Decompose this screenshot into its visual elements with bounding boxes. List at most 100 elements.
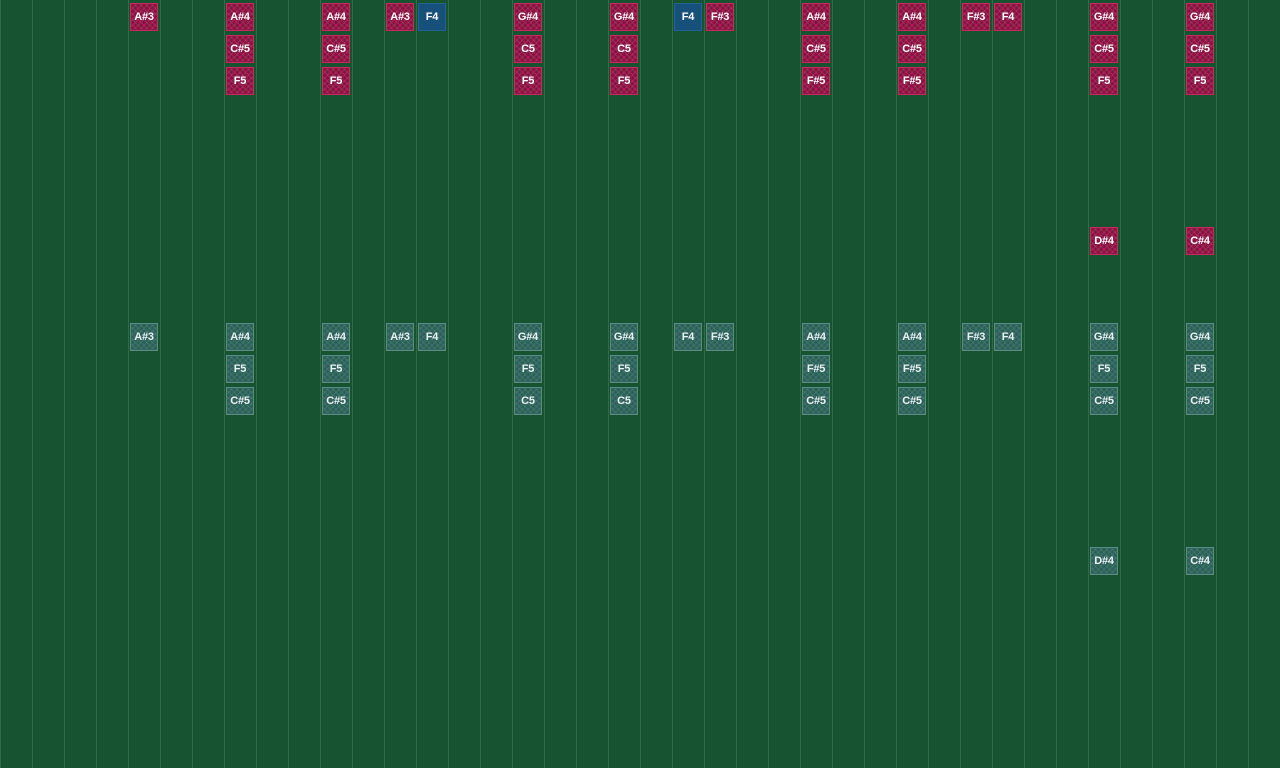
target-note[interactable]: A#4 [802, 323, 830, 351]
target-note[interactable]: C#4 [1186, 547, 1214, 575]
falling-note[interactable]: C#5 [802, 35, 830, 63]
falling-note[interactable]: F5 [1186, 67, 1214, 95]
column-divider [1248, 0, 1249, 768]
target-note[interactable]: G#4 [1186, 323, 1214, 351]
column-divider [128, 0, 129, 768]
target-note[interactable]: C#5 [322, 387, 350, 415]
column-divider [384, 0, 385, 768]
target-note[interactable]: C#5 [226, 387, 254, 415]
target-note[interactable]: F#5 [802, 355, 830, 383]
target-note[interactable]: F4 [674, 323, 702, 351]
piano-roll-board: A#3 A#4 C#5 F5 A#4 C#5 F5 A#3 F4 G#4 C5 F5 G#4 C5 F5 F4… [0, 0, 1280, 768]
falling-note[interactable]: C#5 [1090, 35, 1118, 63]
falling-note[interactable]: D#4 [1090, 227, 1118, 255]
column-divider [864, 0, 865, 768]
column-divider [736, 0, 737, 768]
column-divider [544, 0, 545, 768]
target-note[interactable]: F4 [418, 323, 446, 351]
falling-note[interactable]: A#4 [898, 3, 926, 31]
column-divider [608, 0, 609, 768]
column-divider [1152, 0, 1153, 768]
target-note[interactable]: C5 [514, 387, 542, 415]
target-note[interactable]: F5 [1186, 355, 1214, 383]
falling-note[interactable]: F5 [514, 67, 542, 95]
falling-note[interactable]: A#4 [802, 3, 830, 31]
column-divider [832, 0, 833, 768]
column-divider [896, 0, 897, 768]
falling-note[interactable]: C5 [610, 35, 638, 63]
column-divider [768, 0, 769, 768]
target-note[interactable]: C#5 [1186, 387, 1214, 415]
target-note[interactable]: G#4 [610, 323, 638, 351]
falling-note[interactable]: G#4 [1090, 3, 1118, 31]
target-note[interactable]: F#5 [898, 355, 926, 383]
column-divider [928, 0, 929, 768]
target-note[interactable]: C#5 [1090, 387, 1118, 415]
falling-note[interactable]: A#3 [386, 3, 414, 31]
column-divider [640, 0, 641, 768]
column-divider [160, 0, 161, 768]
target-note[interactable]: F5 [610, 355, 638, 383]
column-divider [0, 0, 1, 768]
column-divider [256, 0, 257, 768]
falling-note[interactable]: F#5 [898, 67, 926, 95]
target-note[interactable]: F5 [322, 355, 350, 383]
falling-note[interactable]: F5 [226, 67, 254, 95]
falling-note[interactable]: A#4 [322, 3, 350, 31]
column-divider [1024, 0, 1025, 768]
falling-note[interactable]: G#4 [610, 3, 638, 31]
falling-note[interactable]: C#5 [898, 35, 926, 63]
column-divider [96, 0, 97, 768]
falling-note[interactable]: A#4 [226, 3, 254, 31]
target-note[interactable]: A#3 [386, 323, 414, 351]
column-divider [576, 0, 577, 768]
falling-note[interactable]: A#3 [130, 3, 158, 31]
column-divider [1184, 0, 1185, 768]
column-divider [704, 0, 705, 768]
target-note[interactable]: F#3 [706, 323, 734, 351]
column-divider [512, 0, 513, 768]
falling-note[interactable]: F#3 [706, 3, 734, 31]
falling-note[interactable]: C#4 [1186, 227, 1214, 255]
column-divider [288, 0, 289, 768]
column-divider [1120, 0, 1121, 768]
column-divider [960, 0, 961, 768]
falling-note[interactable]: G#4 [514, 3, 542, 31]
falling-note[interactable]: C5 [514, 35, 542, 63]
target-note[interactable]: C#5 [802, 387, 830, 415]
target-note[interactable]: A#4 [898, 323, 926, 351]
target-note[interactable]: A#4 [226, 323, 254, 351]
falling-note[interactable]: C#5 [1186, 35, 1214, 63]
falling-note[interactable]: F#5 [802, 67, 830, 95]
target-note[interactable]: F5 [1090, 355, 1118, 383]
target-note[interactable]: G#4 [1090, 323, 1118, 351]
target-note[interactable]: G#4 [514, 323, 542, 351]
column-divider [1056, 0, 1057, 768]
target-note[interactable]: F5 [514, 355, 542, 383]
active-note[interactable]: F4 [418, 3, 446, 31]
target-note[interactable]: C5 [610, 387, 638, 415]
column-divider [320, 0, 321, 768]
column-divider [800, 0, 801, 768]
falling-note[interactable]: F5 [610, 67, 638, 95]
active-note[interactable]: F4 [674, 3, 702, 31]
column-divider [416, 0, 417, 768]
column-divider [32, 0, 33, 768]
target-note[interactable]: F#3 [962, 323, 990, 351]
falling-note[interactable]: F5 [1090, 67, 1118, 95]
falling-note[interactable]: F#3 [962, 3, 990, 31]
falling-note[interactable]: F5 [322, 67, 350, 95]
falling-note[interactable]: G#4 [1186, 3, 1214, 31]
target-note[interactable]: A#4 [322, 323, 350, 351]
column-divider [1088, 0, 1089, 768]
falling-note[interactable]: C#5 [322, 35, 350, 63]
column-divider [192, 0, 193, 768]
target-note[interactable]: F5 [226, 355, 254, 383]
target-note[interactable]: A#3 [130, 323, 158, 351]
target-note[interactable]: F4 [994, 323, 1022, 351]
falling-note[interactable]: C#5 [226, 35, 254, 63]
column-divider [1216, 0, 1217, 768]
target-note[interactable]: C#5 [898, 387, 926, 415]
falling-note[interactable]: F4 [994, 3, 1022, 31]
target-note[interactable]: D#4 [1090, 547, 1118, 575]
